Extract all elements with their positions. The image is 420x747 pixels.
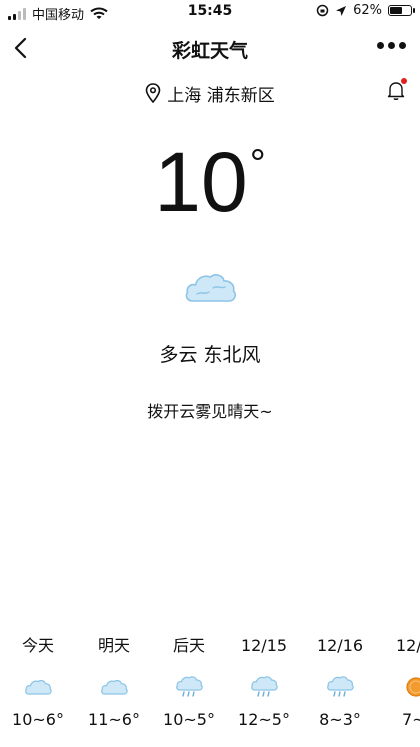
status-bar: 中国移动 15:45 62% — [0, 0, 420, 24]
current-temperature: 10° — [0, 140, 420, 224]
forecast-temp: 12~5° — [238, 710, 290, 729]
notification-badge — [401, 78, 407, 84]
forecast-item[interactable]: 明天 11~6° — [76, 632, 152, 729]
cloud-icon — [185, 274, 236, 302]
forecast-day: 12/ — [396, 636, 420, 655]
forecast-day: 后天 — [172, 636, 205, 655]
forecast-temp: 10~6° — [12, 710, 64, 729]
forecast-day: 今天 — [21, 636, 54, 655]
forecast-item[interactable]: 12/15 12~5° — [226, 632, 302, 729]
weather-condition: 多云 东北风 — [159, 344, 261, 366]
degree-symbol: ° — [249, 142, 266, 186]
forecast-temp: 11~6° — [88, 710, 140, 729]
battery-icon — [388, 5, 415, 16]
forecast-strip[interactable]: 今天 10~6° 明天 11~6° 后天 10~5° 12/15 12~5° 1… — [0, 632, 420, 747]
forecast-item[interactable]: 后天 10~5° — [151, 632, 227, 729]
light-rain-icon — [176, 676, 203, 697]
forecast-temp: 10~5° — [163, 710, 215, 729]
sun-icon — [406, 677, 420, 697]
light-rain-icon — [327, 676, 354, 697]
forecast-temp: 8~3° — [319, 710, 361, 729]
weather-slogan: 拨开云雾见晴天~ — [147, 402, 273, 421]
battery-percent: 62% — [353, 3, 382, 18]
page-title: 彩虹天气 — [171, 40, 248, 62]
forecast-item[interactable]: 12/ 7~ — [378, 632, 420, 729]
location-pin-icon — [145, 83, 161, 103]
orientation-lock-icon — [316, 4, 329, 17]
forecast-item[interactable]: 今天 10~6° — [0, 632, 76, 729]
nav-bar: 彩虹天气 — [0, 24, 420, 72]
forecast-temp: 7~ — [402, 710, 420, 729]
temperature-value: 10 — [154, 135, 248, 229]
forecast-day: 明天 — [97, 636, 130, 655]
cloud-icon — [25, 679, 52, 695]
forecast-day: 12/16 — [316, 636, 364, 655]
notification-button[interactable] — [384, 78, 408, 102]
cloud-icon — [101, 679, 128, 695]
location-arrow-icon — [336, 5, 347, 16]
status-right: 62% — [316, 3, 415, 18]
light-rain-icon — [251, 676, 278, 697]
location-text: 上海 浦东新区 — [167, 85, 275, 106]
forecast-day: 12/15 — [240, 636, 288, 655]
forecast-item[interactable]: 12/16 8~3° — [302, 632, 378, 729]
more-menu-icon[interactable] — [377, 42, 406, 49]
location-selector[interactable]: 上海 浦东新区 — [0, 80, 420, 106]
